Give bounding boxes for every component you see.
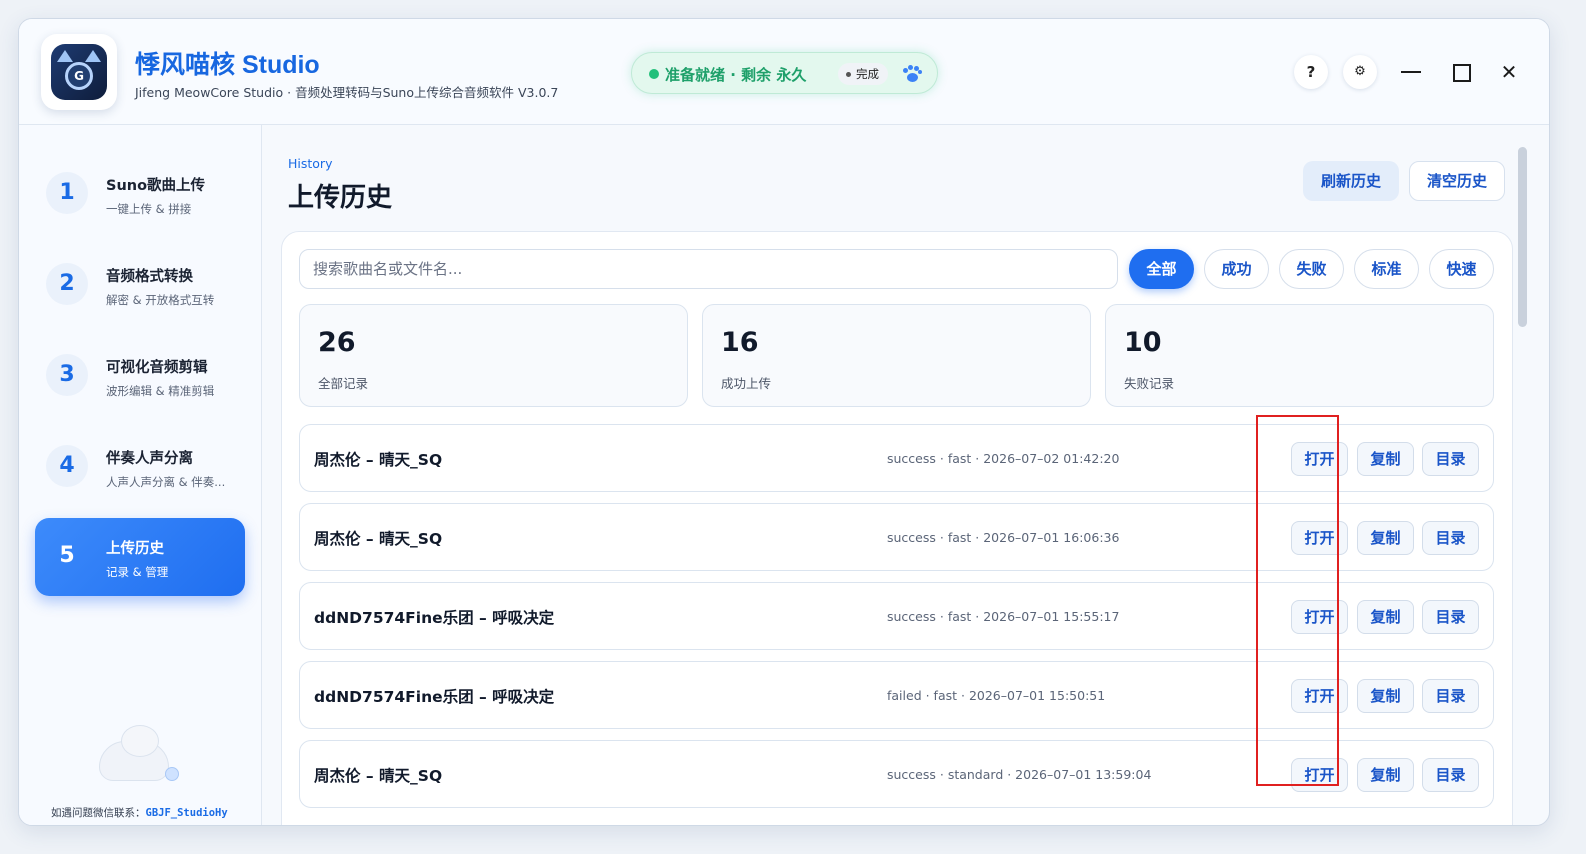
record-meta: success · fast · 2026–07–02 01:42:20	[887, 451, 1120, 466]
copy-button[interactable]: 复制	[1357, 521, 1414, 555]
history-row: ddND7574Fine乐团 – 呼吸决定 success · fast · 2…	[299, 582, 1494, 650]
status-badge: 完成	[838, 63, 888, 85]
record-title: ddND7574Fine乐团 – 呼吸决定	[314, 688, 555, 706]
nav-number: 4	[46, 445, 88, 487]
nav-desc: 人声人声分离 & 伴奏...	[106, 475, 226, 489]
stat-label: 失败记录	[1124, 376, 1175, 391]
sidebar-item-vocal-separation[interactable]: 4 伴奏人声分离 人声人声分离 & 伴奏...	[35, 428, 245, 506]
nav-number: 2	[46, 263, 88, 305]
stat-label: 成功上传	[721, 376, 772, 391]
nav-number: 5	[59, 543, 75, 568]
stat-value: 10	[1124, 327, 1162, 358]
sidebar-item-suno-upload[interactable]: 1 Suno歌曲上传 一键上传 & 拼接	[35, 155, 245, 233]
history-panel: 全部 成功 失败 标准 快速 26 全部记录 16 成功上传 10 失败记录 周…	[281, 231, 1513, 825]
nav-desc: 解密 & 开放格式互转	[106, 293, 215, 307]
close-icon[interactable]: ✕	[1496, 59, 1522, 85]
copy-button[interactable]: 复制	[1357, 758, 1414, 792]
main-content: History 上传历史 刷新历史 清空历史 全部 成功 失败 标准 快速 26…	[263, 125, 1549, 825]
copy-button[interactable]: 复制	[1357, 679, 1414, 713]
record-meta: failed · fast · 2026–07–01 15:50:51	[887, 688, 1106, 703]
app-logo: G	[41, 34, 117, 110]
title-bar: G 悸风喵核 Studio Jifeng MeowCore Studio · 音…	[19, 19, 1549, 125]
stat-card-failed: 10 失败记录	[1105, 304, 1494, 407]
history-row: 周杰伦 – 晴天_SQ success · fast · 2026–07–02 …	[299, 424, 1494, 492]
folder-button[interactable]: 目录	[1422, 521, 1479, 555]
refresh-history-button[interactable]: 刷新历史	[1303, 161, 1399, 201]
search-input[interactable]	[299, 249, 1118, 289]
status-dot-icon	[649, 69, 659, 79]
copy-button[interactable]: 复制	[1357, 442, 1414, 476]
history-row: ddND7574Fine乐团 – 呼吸决定 failed · fast · 20…	[299, 661, 1494, 729]
folder-button[interactable]: 目录	[1422, 600, 1479, 634]
open-button[interactable]: 打开	[1291, 600, 1348, 634]
copy-button[interactable]: 复制	[1357, 600, 1414, 634]
record-meta: success · fast · 2026–07–01 15:55:17	[887, 609, 1120, 624]
status-pill: 准备就绪 · 剩余 永久 完成	[631, 52, 938, 94]
contact-wechat-id: GBJF_StudioHy	[145, 807, 228, 819]
logo-disc: G	[65, 62, 93, 90]
stat-value: 16	[721, 327, 759, 358]
nav-desc: 记录 & 管理	[106, 565, 169, 579]
record-title: ddND7574Fine乐团 – 呼吸决定	[314, 609, 555, 627]
app-title: 悸风喵核 Studio	[135, 51, 320, 79]
logo-ear-left	[57, 50, 73, 62]
stat-card-success: 16 成功上传	[702, 304, 1091, 407]
contact-info: 如遇问题微信联系：GBJF_StudioHy	[51, 805, 228, 820]
vertical-scrollbar[interactable]	[1518, 147, 1527, 327]
open-button[interactable]: 打开	[1291, 521, 1348, 555]
cat-mascot-illustration	[91, 717, 191, 797]
app-subtitle: Jifeng MeowCore Studio · 音频处理转码与Suno上传综合…	[135, 85, 559, 100]
nav-desc: 波形编辑 & 精准剪辑	[106, 384, 215, 398]
settings-gear-icon[interactable]: ⚙	[1343, 55, 1377, 89]
filter-standard-button[interactable]: 标准	[1354, 249, 1419, 289]
open-button[interactable]: 打开	[1291, 442, 1348, 476]
breadcrumb: History	[288, 156, 333, 171]
contact-label: 如遇问题微信联系：	[51, 807, 146, 819]
history-row: 周杰伦 – 晴天_SQ success · fast · 2026–07–01 …	[299, 503, 1494, 571]
nav-title: 可视化音频剪辑	[106, 360, 208, 376]
minimize-icon[interactable]	[1399, 59, 1425, 85]
clear-history-button[interactable]: 清空历史	[1409, 161, 1505, 201]
page-title: 上传历史	[288, 183, 393, 213]
nav-title: 上传历史	[106, 541, 164, 557]
app-window: G 悸风喵核 Studio Jifeng MeowCore Studio · 音…	[18, 18, 1550, 826]
nav-title: 伴奏人声分离	[106, 451, 193, 467]
folder-button[interactable]: 目录	[1422, 679, 1479, 713]
filter-success-button[interactable]: 成功	[1204, 249, 1269, 289]
record-title: 周杰伦 – 晴天_SQ	[314, 451, 443, 469]
open-button[interactable]: 打开	[1291, 679, 1348, 713]
nav-title: Suno歌曲上传	[106, 178, 206, 194]
logo-ear-right	[85, 50, 101, 62]
sidebar-item-format-convert[interactable]: 2 音频格式转换 解密 & 开放格式互转	[35, 246, 245, 324]
record-meta: success · standard · 2026–07–01 13:59:04	[887, 767, 1152, 782]
stat-card-total: 26 全部记录	[299, 304, 688, 407]
sidebar: 1 Suno歌曲上传 一键上传 & 拼接 2 音频格式转换 解密 & 开放格式互…	[19, 125, 262, 825]
paw-icon	[902, 65, 922, 83]
filter-fast-button[interactable]: 快速	[1429, 249, 1494, 289]
record-meta: success · fast · 2026–07–01 16:06:36	[887, 530, 1120, 545]
sidebar-item-upload-history[interactable]: 5 上传历史 记录 & 管理	[35, 518, 245, 596]
filter-all-button[interactable]: 全部	[1129, 249, 1194, 289]
sidebar-item-audio-edit[interactable]: 3 可视化音频剪辑 波形编辑 & 精准剪辑	[35, 337, 245, 415]
filter-failed-button[interactable]: 失败	[1279, 249, 1344, 289]
maximize-icon[interactable]	[1449, 59, 1475, 85]
folder-button[interactable]: 目录	[1422, 442, 1479, 476]
folder-button[interactable]: 目录	[1422, 758, 1479, 792]
nav-number: 3	[46, 354, 88, 396]
history-row: 周杰伦 – 晴天_SQ success · standard · 2026–07…	[299, 740, 1494, 808]
open-button[interactable]: 打开	[1291, 758, 1348, 792]
nav-desc: 一键上传 & 拼接	[106, 202, 192, 216]
status-text: 准备就绪 · 剩余 永久	[665, 66, 807, 84]
help-button[interactable]: ?	[1294, 55, 1328, 89]
stat-value: 26	[318, 327, 356, 358]
record-title: 周杰伦 – 晴天_SQ	[314, 767, 443, 785]
nav-number: 1	[46, 172, 88, 214]
record-title: 周杰伦 – 晴天_SQ	[314, 530, 443, 548]
nav-title: 音频格式转换	[106, 269, 193, 285]
stat-label: 全部记录	[318, 376, 369, 391]
